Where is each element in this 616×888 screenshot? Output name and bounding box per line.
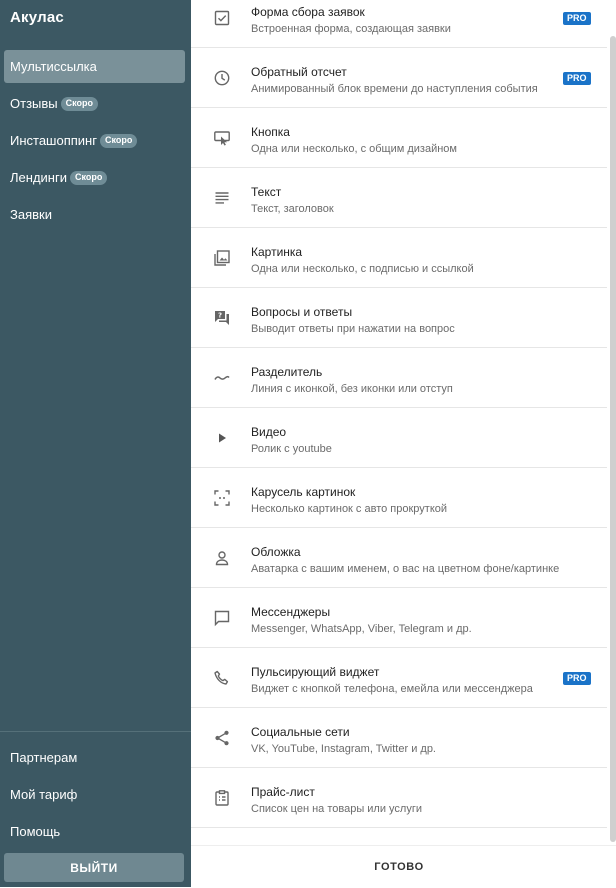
list-item-description: Текст, заголовок xyxy=(251,203,334,215)
panel-footer: ГОТОВО xyxy=(191,845,616,887)
pro-badge: PRO xyxy=(563,672,591,685)
sidebar-item-my-plan[interactable]: Мой тариф xyxy=(0,776,191,813)
list-item-description: Одна или несколько, с общим дизайном xyxy=(251,143,457,155)
list-item-form[interactable]: Форма сбора заявок Встроенная форма, соз… xyxy=(191,0,607,48)
soon-badge: Скоро xyxy=(60,96,99,111)
sidebar-item-instashopping[interactable]: Инсташоппинг Скоро xyxy=(4,124,185,157)
sidebar-divider xyxy=(0,731,191,732)
clock-icon xyxy=(213,69,231,87)
list-item-button[interactable]: Кнопка Одна или несколько, с общим дизай… xyxy=(191,108,607,168)
carousel-icon xyxy=(213,489,231,507)
clipboard-list-icon xyxy=(213,789,231,807)
list-item-title: Разделитель xyxy=(251,365,323,379)
list-item-faq[interactable]: ? Вопросы и ответы Выводит ответы при на… xyxy=(191,288,607,348)
list-item-carousel[interactable]: Карусель картинок Несколько картинок с а… xyxy=(191,468,607,528)
list-item-pulse-widget[interactable]: Пульсирующий виджет Виджет с кнопкой тел… xyxy=(191,648,607,708)
phone-icon xyxy=(213,669,231,687)
checkbox-icon xyxy=(213,9,231,27)
question-answer-icon: ? xyxy=(213,309,231,327)
list-item-text[interactable]: Текст Текст, заголовок xyxy=(191,168,607,228)
block-list: Форма сбора заявок Встроенная форма, соз… xyxy=(191,0,607,828)
sidebar-item-label: Помощь xyxy=(10,824,61,839)
sidebar-item-label: Партнерам xyxy=(10,750,78,765)
done-button[interactable]: ГОТОВО xyxy=(191,846,607,888)
list-item-title: Видео xyxy=(251,425,287,439)
list-item-title: Кнопка xyxy=(251,125,290,139)
sidebar-item-partners[interactable]: Партнерам xyxy=(0,739,191,776)
sidebar-item-label: Мой тариф xyxy=(10,787,78,802)
sidebar-item-label: Заявки xyxy=(10,207,52,222)
list-item-description: Ролик с youtube xyxy=(251,443,332,455)
play-icon xyxy=(213,429,231,447)
list-item-image[interactable]: Картинка Одна или несколько, с подписью … xyxy=(191,228,607,288)
sidebar-item-multilink[interactable]: Мультиссылка xyxy=(4,50,185,83)
list-item-title: Пульсирующий виджет xyxy=(251,665,380,679)
list-item-description: Анимированный блок времени до наступлени… xyxy=(251,83,538,95)
sidebar-item-label: Инсташоппинг xyxy=(10,133,97,148)
list-item-title: Социальные сети xyxy=(251,725,350,739)
sidebar-item-label: Мультиссылка xyxy=(10,59,97,74)
sidebar-bottom-nav: Партнерам Мой тариф Помощь xyxy=(0,739,191,850)
sidebar-item-label: Отзывы xyxy=(10,96,58,111)
pro-badge: PRO xyxy=(563,12,591,25)
image-icon xyxy=(213,249,231,267)
sidebar-nav: Мультиссылка Отзывы Скоро Инсташоппинг С… xyxy=(0,50,191,235)
text-icon xyxy=(213,189,231,207)
block-picker-panel: Форма сбора заявок Встроенная форма, соз… xyxy=(191,0,616,887)
list-item-price-list[interactable]: Прайс-лист Список цен на товары или услу… xyxy=(191,768,607,828)
list-item-description: Встроенная форма, создающая заявки xyxy=(251,23,451,35)
list-item-messengers[interactable]: Мессенджеры Messenger, WhatsApp, Viber, … xyxy=(191,588,607,648)
svg-text:?: ? xyxy=(218,312,222,320)
list-item-description: Аватарка с вашим именем, о вас на цветно… xyxy=(251,563,560,575)
list-item-title: Обратный отсчет xyxy=(251,65,347,79)
list-item-social[interactable]: Социальные сети VK, YouTube, Instagram, … xyxy=(191,708,607,768)
list-item-title: Прайс-лист xyxy=(251,785,315,799)
list-item-description: Messenger, WhatsApp, Viber, Telegram и д… xyxy=(251,623,472,635)
list-item-description: Одна или несколько, с подписью и ссылкой xyxy=(251,263,474,275)
sidebar-item-landings[interactable]: Лендинги Скоро xyxy=(4,161,185,194)
brand-logo: Акулас xyxy=(10,9,64,26)
list-item-description: Список цен на товары или услуги xyxy=(251,803,422,815)
list-item-title: Карусель картинок xyxy=(251,485,356,499)
list-item-video[interactable]: Видео Ролик с youtube xyxy=(191,408,607,468)
sidebar-item-requests[interactable]: Заявки xyxy=(4,198,185,231)
list-item-title: Текст xyxy=(251,185,282,199)
list-item-description: VK, YouTube, Instagram, Twitter и др. xyxy=(251,743,436,755)
pro-badge: PRO xyxy=(563,72,591,85)
list-item-countdown[interactable]: Обратный отсчет Анимированный блок време… xyxy=(191,48,607,108)
list-item-description: Линия с иконкой, без иконки или отступ xyxy=(251,383,453,395)
list-item-title: Мессенджеры xyxy=(251,605,331,619)
list-item-title: Картинка xyxy=(251,245,303,259)
sidebar-item-reviews[interactable]: Отзывы Скоро xyxy=(4,87,185,120)
scrollbar[interactable] xyxy=(610,36,616,842)
list-item-description: Виджет с кнопкой телефона, емейла или ме… xyxy=(251,683,533,695)
list-item-divider[interactable]: Разделитель Линия с иконкой, без иконки … xyxy=(191,348,607,408)
sidebar-item-label: Лендинги xyxy=(10,170,67,185)
list-item-title: Форма сбора заявок xyxy=(251,5,365,19)
button-icon xyxy=(213,129,231,147)
soon-badge: Скоро xyxy=(69,170,108,185)
list-item-title: Вопросы и ответы xyxy=(251,305,353,319)
share-icon xyxy=(213,729,231,747)
soon-badge: Скоро xyxy=(99,133,138,148)
sidebar: Акулас Мультиссылка Отзывы Скоро Инсташо… xyxy=(0,0,191,887)
sidebar-item-help[interactable]: Помощь xyxy=(0,813,191,850)
list-item-description: Выводит ответы при нажатии на вопрос xyxy=(251,323,455,335)
tilde-divider-icon xyxy=(213,369,231,387)
chat-bubble-icon xyxy=(213,609,231,627)
list-item-cover[interactable]: Обложка Аватарка с вашим именем, о вас н… xyxy=(191,528,607,588)
person-icon xyxy=(213,549,231,567)
list-item-description: Несколько картинок с авто прокруткой xyxy=(251,503,448,515)
logout-button[interactable]: ВЫЙТИ xyxy=(4,853,184,882)
list-item-title: Обложка xyxy=(251,545,301,559)
